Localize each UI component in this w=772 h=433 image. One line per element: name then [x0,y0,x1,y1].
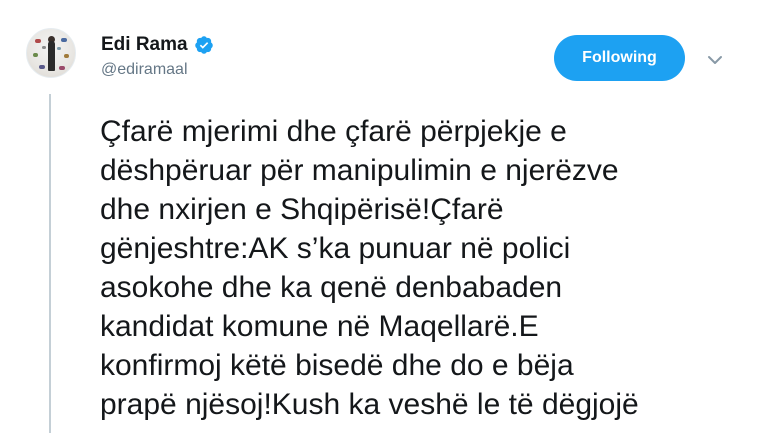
author-display-name[interactable]: Edi Rama [101,34,188,56]
author-handle[interactable]: @ediramaal [101,60,188,80]
tweet-text: Çfarë mjerimi dhe çfarë përpjekje e dësh… [100,115,639,421]
tweet-card: Edi Rama @ediramaal Following Çfarë mjer… [0,0,772,433]
chevron-down-icon [708,56,722,64]
thread-line [49,94,51,433]
avatar[interactable] [26,28,76,78]
verified-badge-icon [194,35,214,55]
author-name-row[interactable]: Edi Rama [101,34,214,56]
following-button[interactable]: Following [554,35,685,81]
tweet-menu-button[interactable] [704,50,726,70]
